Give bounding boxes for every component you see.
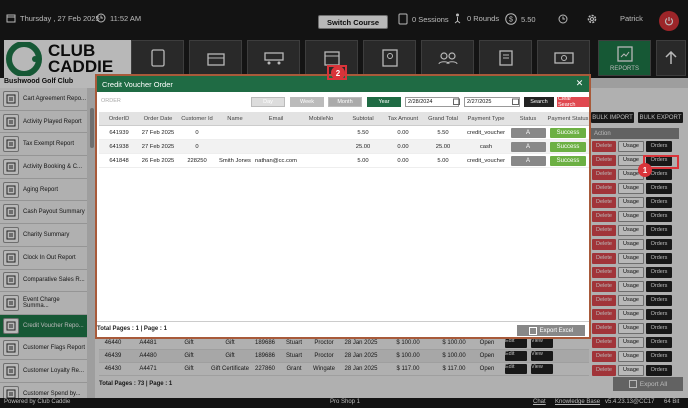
search-button[interactable]: Search <box>524 97 554 107</box>
payment-status-cell: Success <box>547 127 589 138</box>
modal-pagination: Total Pages : 1 | Page : 1 <box>97 326 167 332</box>
calendar-icon[interactable] <box>453 98 460 105</box>
payment-status-cell: Success <box>547 155 589 166</box>
cell-subtotal: 25.00 <box>355 143 371 150</box>
cell-order-date: 27 Feb 2025 <box>141 129 175 136</box>
cell-email: nathan@cc.com <box>255 157 297 164</box>
filter-year-button[interactable]: Year <box>367 97 401 107</box>
column-header[interactable]: Customer Id <box>177 116 217 122</box>
column-header[interactable]: Email <box>253 116 299 122</box>
order-row[interactable]: 641938 27 Feb 2025 0 25.00 0.00 25.00 cash A Suc… <box>99 140 589 154</box>
filter-month-button[interactable]: Month <box>328 97 362 107</box>
cell-order-date: 26 Feb 2025 <box>141 157 175 164</box>
cell-order-id: 641938 <box>109 143 129 150</box>
cell-order-date: 27 Feb 2025 <box>141 143 175 150</box>
order-row[interactable]: 641939 27 Feb 2025 0 5.50 0.00 5.50 credit_vou… <box>99 126 589 140</box>
filter-week-button[interactable]: Week <box>290 97 324 107</box>
payment-status-badge: Success <box>550 141 586 152</box>
close-button[interactable]: ✕ <box>574 78 585 89</box>
cell-customer-id: 0 <box>195 129 199 136</box>
column-header[interactable]: Payment Type <box>463 116 509 122</box>
status-badge[interactable]: A <box>510 155 546 166</box>
cell-name: Smith Jones <box>219 157 251 164</box>
column-header[interactable]: MobileNo <box>299 116 343 122</box>
column-header[interactable]: Subtotal <box>343 116 383 122</box>
excel-icon <box>528 326 537 335</box>
from-date-value: 2/28/2024 <box>408 99 433 105</box>
export-excel-label: Export Excel <box>539 327 574 334</box>
filter-day-button[interactable]: Day <box>251 97 285 107</box>
payment-status-badge: Success <box>550 127 586 138</box>
to-date-value: 2/27/2025 <box>467 99 492 105</box>
from-date-input[interactable]: 2/28/2024 <box>405 97 459 107</box>
step-badge-2: 2 <box>331 66 345 80</box>
clear-search-button[interactable]: Clear Search <box>557 96 589 108</box>
filter-bar: ORDER Day Week Month Year 2/28/2024 2/27… <box>97 93 589 110</box>
cell-tax: 0.00 <box>397 143 409 150</box>
cell-payment-type: credit_voucher <box>466 129 506 136</box>
cell-tax: 0.00 <box>397 157 409 164</box>
status-cell: A <box>509 141 547 152</box>
step-badge-1: 1 <box>638 163 652 177</box>
cell-tax: 0.00 <box>397 129 409 136</box>
export-excel-button[interactable]: Export Excel <box>517 325 585 336</box>
cell-grand-total: 5.00 <box>437 157 449 164</box>
cell-order-id: 641848 <box>109 157 129 164</box>
calendar-icon[interactable] <box>512 98 519 105</box>
column-header[interactable]: Grand Total <box>423 116 463 122</box>
modal-title: Credit Voucher Order <box>102 79 173 89</box>
column-header[interactable]: Tax Amount <box>383 116 423 122</box>
credit-voucher-order-modal: Credit Voucher Order ✕ ORDER Day Week Mo… <box>95 74 591 339</box>
column-header[interactable]: OrderID <box>99 116 139 122</box>
payment-status-cell: Success <box>547 141 589 152</box>
column-header[interactable]: Name <box>217 116 253 122</box>
modal-footer: Total Pages : 1 | Page : 1 Export Excel <box>97 321 589 337</box>
grid-header: OrderID Order Date Customer Id Name Email Mob… <box>99 112 589 126</box>
cell-customer-id: 228250 <box>187 157 207 164</box>
cell-grand-total: 25.00 <box>435 143 451 150</box>
cell-payment-type: credit_voucher <box>466 157 506 164</box>
close-icon: ✕ <box>575 78 584 88</box>
cell-order-id: 641939 <box>109 129 129 136</box>
column-header[interactable]: Status <box>509 116 547 122</box>
column-header[interactable]: Payment Status <box>547 116 589 122</box>
orders-grid: OrderID Order Date Customer Id Name Email Mob… <box>99 112 589 168</box>
payment-status-badge: Success <box>550 155 586 166</box>
cell-subtotal: 5.50 <box>357 129 369 136</box>
status-badge[interactable]: A <box>510 127 546 138</box>
order-label: ORDER <box>101 98 121 104</box>
status-cell: A <box>509 127 547 138</box>
cell-subtotal: 5.00 <box>357 157 369 164</box>
cell-payment-type: cash <box>479 143 493 150</box>
status-badge[interactable]: A <box>510 141 546 152</box>
cell-grand-total: 5.50 <box>437 129 449 136</box>
cell-customer-id: 0 <box>195 143 199 150</box>
status-cell: A <box>509 155 547 166</box>
column-header[interactable]: Order Date <box>139 116 177 122</box>
order-row[interactable]: 641848 26 Feb 2025 228250 Smith Jones nathan… <box>99 154 589 168</box>
